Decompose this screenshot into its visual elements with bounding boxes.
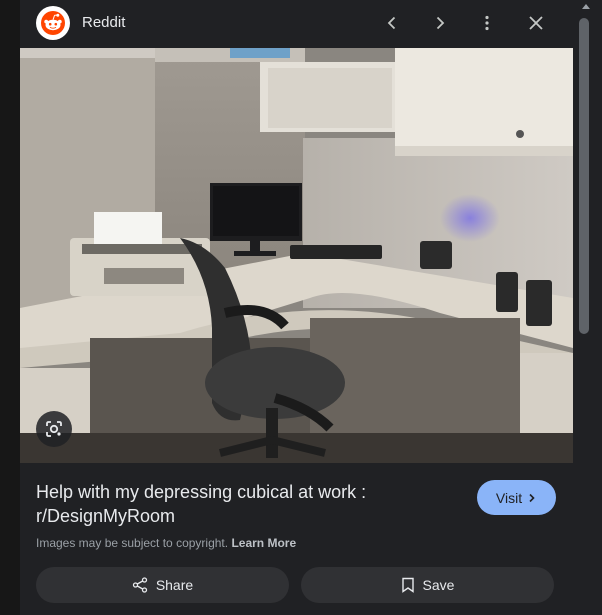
site-name[interactable]: Reddit <box>82 14 125 31</box>
chevron-right-icon <box>529 493 535 502</box>
viewer-header: Reddit <box>20 0 573 48</box>
scrollbar[interactable] <box>573 0 602 615</box>
share-icon <box>132 577 147 593</box>
scroll-up-arrow-icon[interactable] <box>582 4 590 9</box>
visit-label: Visit <box>495 489 523 506</box>
cubicle-photo <box>20 48 573 463</box>
save-button[interactable]: Save <box>301 567 554 603</box>
share-button[interactable]: Share <box>36 567 289 603</box>
lens-search-button[interactable] <box>36 411 72 447</box>
visit-button[interactable]: Visit <box>477 480 556 515</box>
learn-more-link[interactable]: Learn More <box>231 536 296 550</box>
share-label: Share <box>155 577 194 593</box>
more-vert-icon <box>485 15 489 31</box>
reddit-icon <box>41 11 65 35</box>
page-left-edge <box>0 0 20 615</box>
more-options-button[interactable] <box>472 8 502 38</box>
lens-icon <box>46 421 62 437</box>
result-title[interactable]: Help with my depressing cubical at work … <box>36 480 396 528</box>
save-label: Save <box>422 577 455 593</box>
result-image[interactable] <box>20 48 573 463</box>
image-viewer-panel: Reddit Help with my depressing cubical a… <box>20 0 573 615</box>
next-button[interactable] <box>425 8 455 38</box>
previous-button[interactable] <box>377 8 407 38</box>
reddit-logo[interactable] <box>36 6 70 40</box>
bookmark-icon <box>401 577 414 593</box>
close-icon <box>529 16 543 30</box>
chevron-right-icon <box>436 16 445 30</box>
close-button[interactable] <box>521 8 551 38</box>
copyright-notice: Images may be subject to copyright. Lear… <box>36 536 296 550</box>
chevron-left-icon <box>387 16 396 30</box>
copyright-text: Images may be subject to copyright. <box>36 536 229 550</box>
scrollbar-thumb[interactable] <box>579 18 589 334</box>
